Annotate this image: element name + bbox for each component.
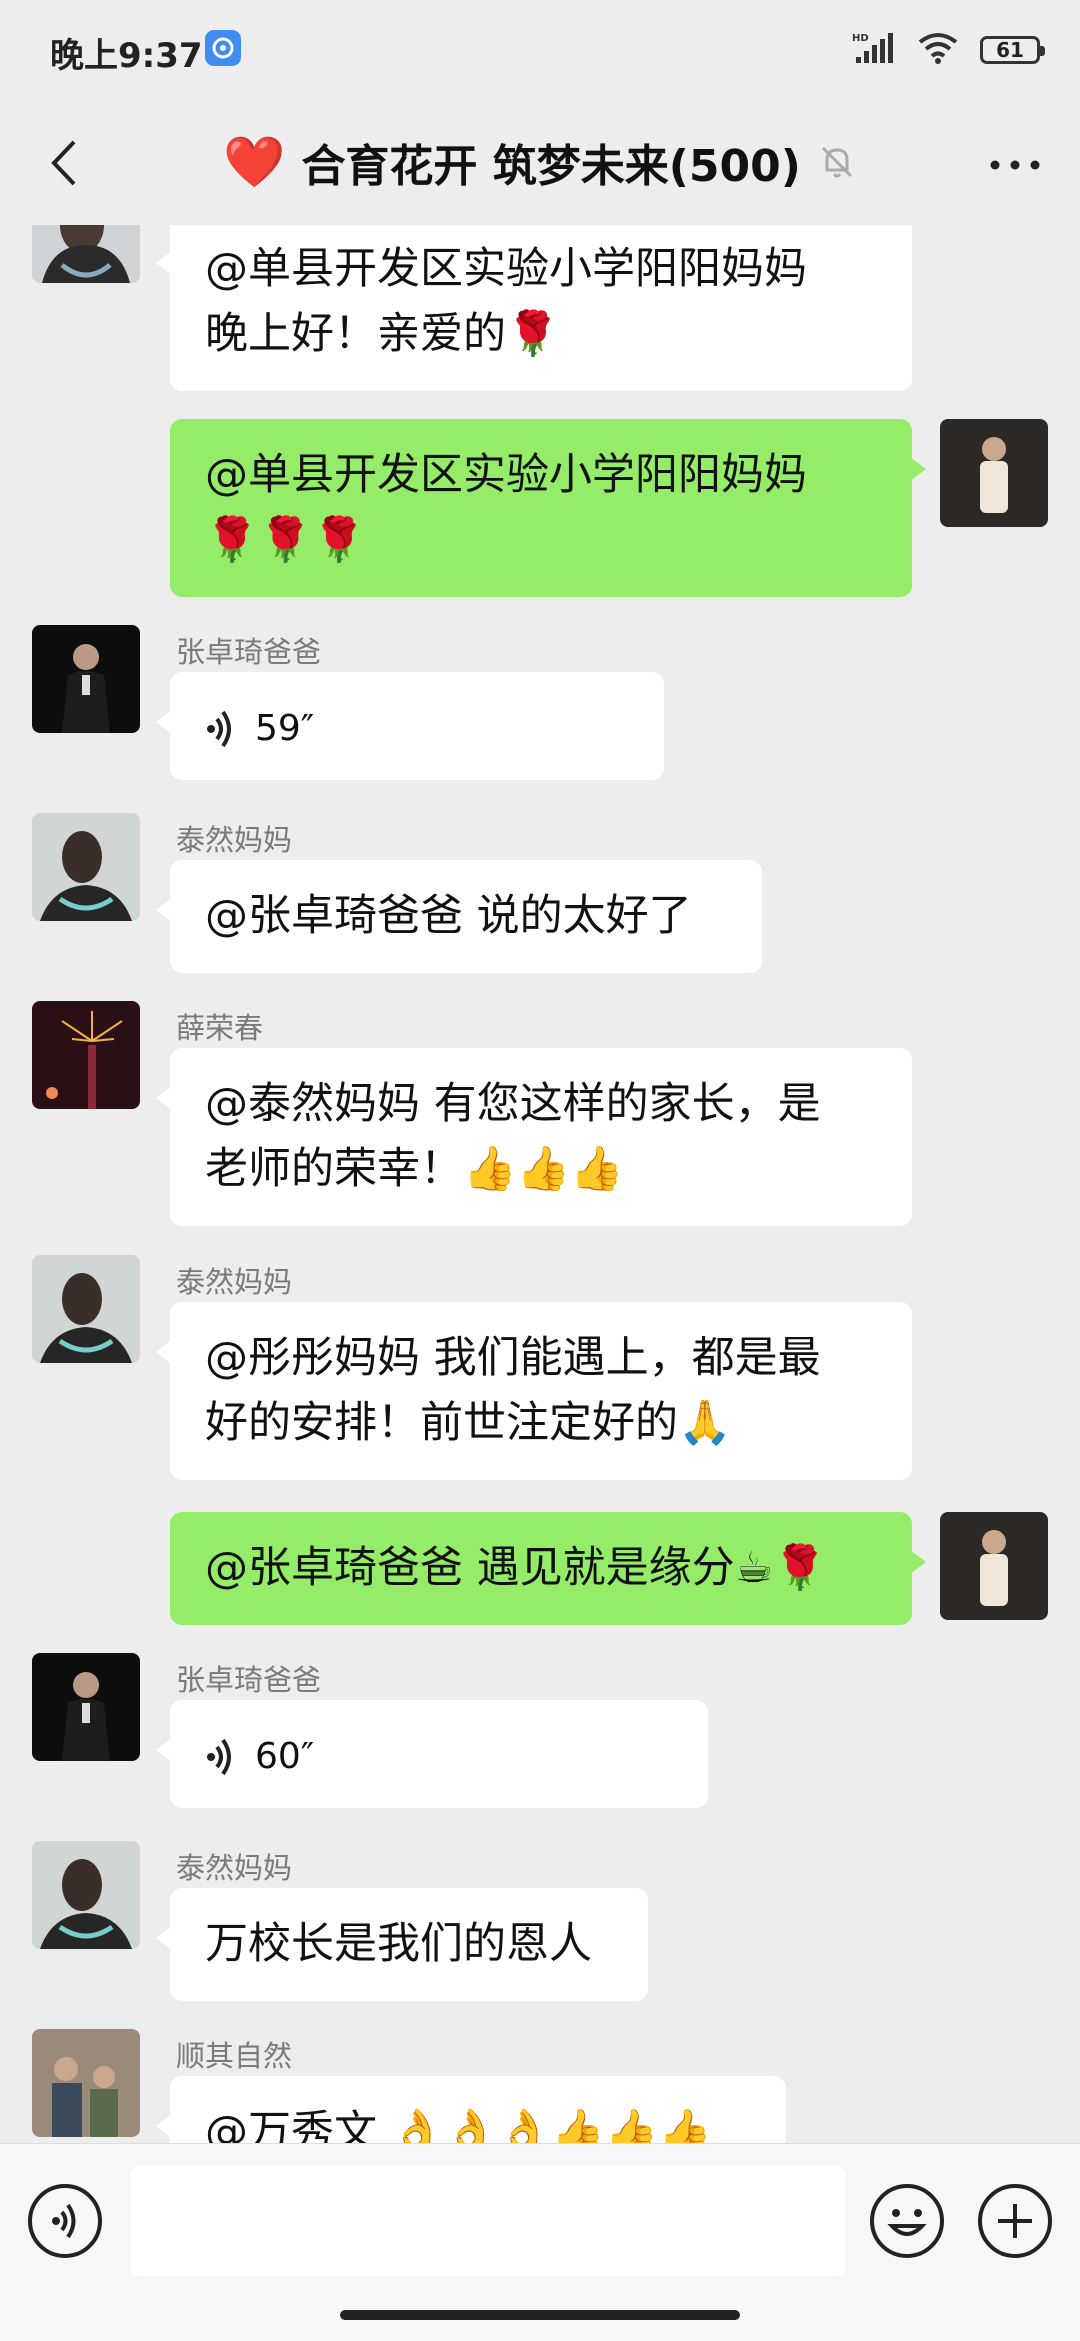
signal-icon: HD — [852, 31, 896, 69]
more-icon — [990, 160, 1040, 170]
message-line: @泰然妈妈 有您这样的家长，是 — [205, 1079, 821, 1129]
my-message-bubble[interactable]: @张卓琦爸爸 遇见就是缘分☕🌹 — [170, 1512, 926, 1625]
message-line: @万秀文 👌👌👌👍👍👍 — [205, 2107, 712, 2143]
sender-name: 泰然妈妈 — [176, 1851, 293, 1885]
sender-name: 薛荣春 — [176, 1011, 264, 1045]
network-type: HD — [852, 33, 869, 44]
message-bubble[interactable]: @泰然妈妈 有您这样的家长，是 老师的荣幸！👍👍👍 — [156, 1048, 912, 1226]
message-bubble[interactable]: @万秀文 👌👌👌👍👍👍 — [156, 2076, 786, 2143]
more-button[interactable] — [980, 140, 1050, 190]
avatar[interactable] — [32, 625, 140, 733]
mute-bell-icon — [817, 142, 857, 182]
voice-icon — [52, 2203, 76, 2239]
avatar[interactable] — [32, 813, 140, 921]
message-bubble[interactable]: 万校长是我们的恩人 — [156, 1888, 648, 2001]
voice-duration: 60″ — [255, 1736, 315, 1777]
home-indicator[interactable] — [340, 2310, 740, 2320]
my-message-bubble[interactable]: @单县开发区实验小学阳阳妈妈 🌹🌹🌹 — [170, 419, 926, 597]
message-bubble[interactable]: @张卓琦爸爸 说的太好了 — [156, 860, 762, 973]
voice-message-bubble[interactable]: 60″ — [156, 1700, 708, 1808]
sender-name: 张卓琦爸爸 — [176, 1663, 322, 1697]
message-line: 好的安排！前世注定好的🙏 — [205, 1398, 732, 1448]
status-time: 晚上9:37 — [50, 36, 203, 76]
message-line: 老师的荣幸！👍👍👍 — [205, 1144, 624, 1194]
voice-duration: 59″ — [255, 708, 315, 749]
status-bar: 晚上9:37 HD 61 — [0, 0, 1080, 100]
chat-title: ❤️ 合育花开 筑梦未来(500) — [0, 130, 1080, 194]
avatar[interactable] — [32, 1653, 140, 1761]
avatar[interactable] — [32, 225, 140, 283]
message-line: @张卓琦爸爸 说的太好了 — [205, 891, 692, 941]
sender-name: 泰然妈妈 — [176, 823, 293, 857]
message-bubble[interactable]: @单县开发区实验小学阳阳妈妈 晚上好！亲爱的🌹 — [156, 225, 912, 391]
voice-input-button[interactable] — [28, 2184, 102, 2258]
my-avatar[interactable] — [940, 419, 1048, 527]
voice-wave-icon — [207, 710, 231, 747]
voice-wave-icon — [207, 1738, 231, 1775]
heart-icon: ❤️ — [223, 132, 286, 191]
message-line: 万校长是我们的恩人 — [205, 1919, 592, 1969]
voice-message-bubble[interactable]: 59″ — [156, 672, 664, 780]
avatar[interactable] — [32, 2029, 140, 2137]
sender-name: 泰然妈妈 — [176, 1265, 293, 1299]
chat-header: ❤️ 合育花开 筑梦未来(500) — [0, 100, 1080, 225]
battery-icon: 61 — [980, 36, 1045, 64]
app-notification-icon — [205, 30, 241, 66]
message-bubble[interactable]: @彤彤妈妈 我们能遇上，都是最 好的安排！前世注定好的🙏 — [156, 1302, 912, 1480]
message-line: @单县开发区实验小学阳阳妈妈 — [205, 450, 807, 500]
message-line: 晚上好！亲爱的🌹 — [205, 309, 560, 359]
message-line: @单县开发区实验小学阳阳妈妈 — [205, 244, 807, 294]
plus-icon — [998, 2204, 1032, 2238]
plus-button[interactable] — [978, 2184, 1052, 2258]
avatar[interactable] — [32, 1255, 140, 1363]
avatar[interactable] — [32, 1841, 140, 1949]
avatar[interactable] — [32, 1001, 140, 1109]
emoji-button[interactable] — [870, 2184, 944, 2258]
wifi-icon — [918, 32, 958, 68]
status-right: HD 61 — [852, 30, 1045, 70]
my-avatar[interactable] — [940, 1512, 1048, 1620]
message-line: @张卓琦爸爸 遇见就是缘分☕🌹 — [205, 1543, 827, 1593]
battery-level: 61 — [996, 38, 1024, 62]
sender-name: 顺其自然 — [176, 2039, 293, 2073]
emoji-icon — [887, 2209, 927, 2236]
chat-list[interactable]: @单县开发区实验小学阳阳妈妈 晚上好！亲爱的🌹 @单县开发区实验小学阳阳妈妈 🌹… — [0, 225, 1080, 2143]
message-line: @彤彤妈妈 我们能遇上，都是最 — [205, 1333, 821, 1383]
group-name: 合育花开 筑梦未来(500) — [301, 141, 801, 192]
message-input[interactable] — [130, 2166, 846, 2276]
message-line: 🌹🌹🌹 — [205, 515, 366, 565]
sender-name: 张卓琦爸爸 — [176, 635, 322, 669]
